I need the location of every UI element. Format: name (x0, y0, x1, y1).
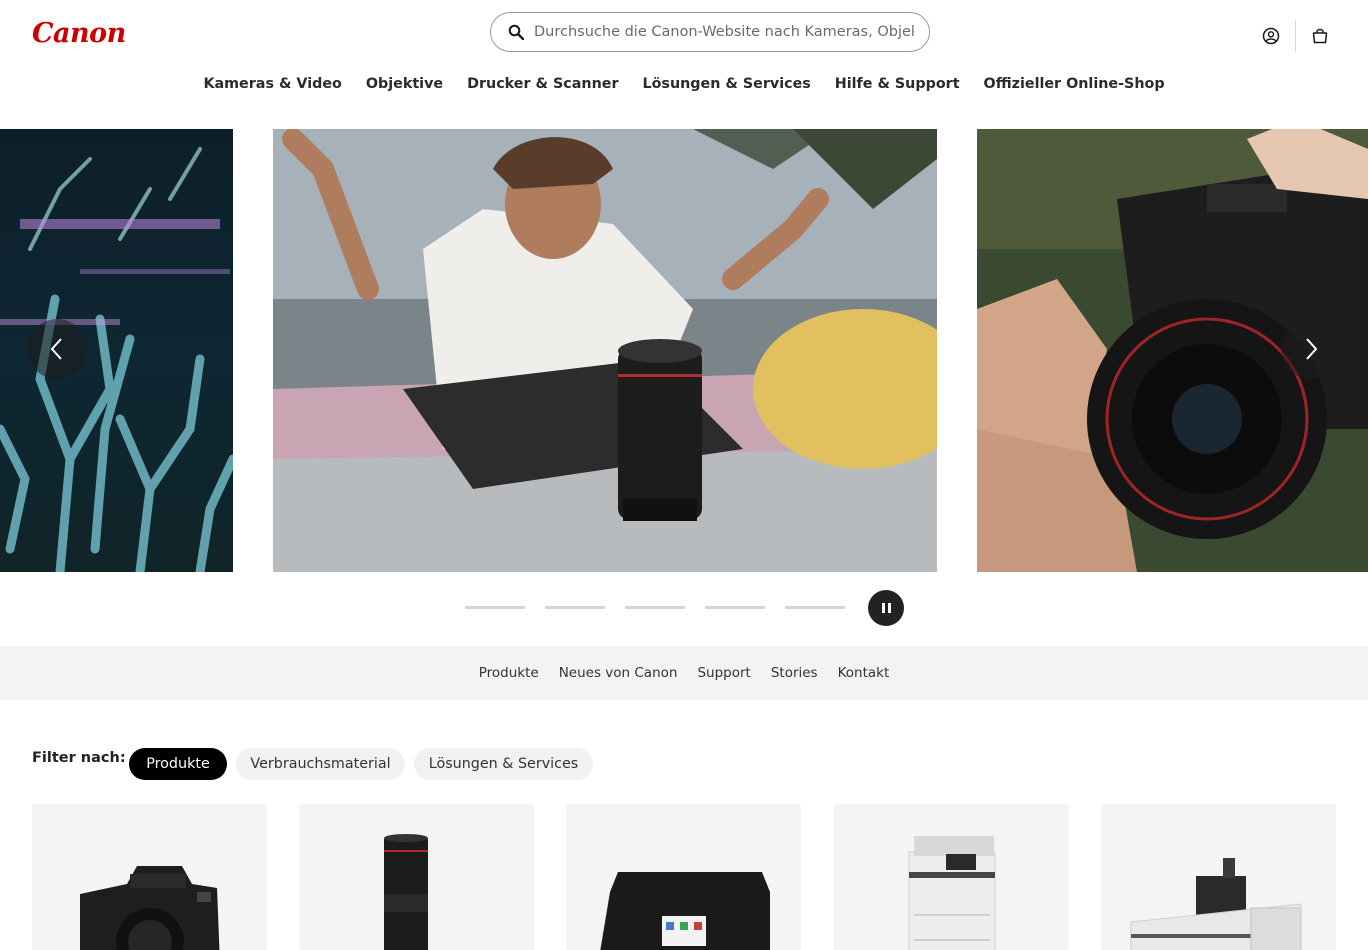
lens-product-image (384, 834, 428, 950)
search-bar[interactable] (490, 12, 930, 52)
subnav-item-contact[interactable]: Kontakt (838, 665, 890, 681)
main-navigation: Kameras & Video Objektive Drucker & Scan… (0, 76, 1368, 92)
filter-chip-consumables[interactable]: Verbrauchsmaterial (236, 748, 405, 780)
carousel-pause-button[interactable] (868, 590, 904, 626)
filter-chip-solutions-services[interactable]: Lösungen & Services (414, 748, 593, 780)
header-divider (1295, 20, 1296, 52)
product-card-camera[interactable] (32, 804, 267, 950)
camera-product-image (80, 866, 220, 950)
search-input[interactable] (534, 24, 914, 40)
product-card-printer[interactable] (566, 804, 801, 950)
nav-item-help-support[interactable]: Hilfe & Support (835, 76, 960, 92)
large-format-printer-product-image (1130, 858, 1302, 950)
carousel-slide-skateboarder[interactable] (273, 129, 937, 572)
filter-label: Filter nach: (32, 750, 126, 766)
product-card-office-printer[interactable] (834, 804, 1069, 950)
carousel-indicator[interactable] (625, 606, 685, 609)
product-card-large-format-printer[interactable] (1101, 804, 1336, 950)
carousel-prev-button[interactable] (27, 319, 87, 379)
search-icon (508, 24, 524, 40)
printer-product-image (600, 872, 770, 950)
subnav-item-news[interactable]: Neues von Canon (559, 665, 678, 681)
carousel-indicators (465, 606, 845, 609)
pause-icon (880, 603, 892, 613)
carousel-indicator[interactable] (545, 606, 605, 609)
carousel-indicator[interactable] (705, 606, 765, 609)
carousel-indicator[interactable] (785, 606, 845, 609)
sub-navigation: Produkte Neues von Canon Support Stories… (0, 646, 1368, 700)
product-card-lens[interactable] (299, 804, 534, 950)
nav-item-printers-scanners[interactable]: Drucker & Scanner (467, 76, 618, 92)
subnav-item-stories[interactable]: Stories (771, 665, 818, 681)
nav-item-solutions-services[interactable]: Lösungen & Services (643, 76, 811, 92)
nav-item-lenses[interactable]: Objektive (366, 76, 443, 92)
carousel-next-button[interactable] (1281, 319, 1341, 379)
filter-chip-products[interactable]: Produkte (129, 748, 227, 780)
chevron-left-icon (50, 338, 62, 360)
canon-logo[interactable]: Canon (32, 18, 126, 49)
shopping-bag-icon[interactable] (1310, 26, 1330, 46)
nav-item-cameras-video[interactable]: Kameras & Video (203, 76, 341, 92)
subnav-item-products[interactable]: Produkte (479, 665, 539, 681)
office-printer-product-image (908, 836, 996, 950)
account-icon[interactable] (1261, 26, 1281, 46)
skateboarder-lens-photo (273, 129, 937, 572)
chevron-right-icon (1306, 338, 1318, 360)
carousel-indicator[interactable] (465, 606, 525, 609)
subnav-item-support[interactable]: Support (697, 665, 750, 681)
nav-item-online-shop[interactable]: Offizieller Online-Shop (984, 76, 1165, 92)
